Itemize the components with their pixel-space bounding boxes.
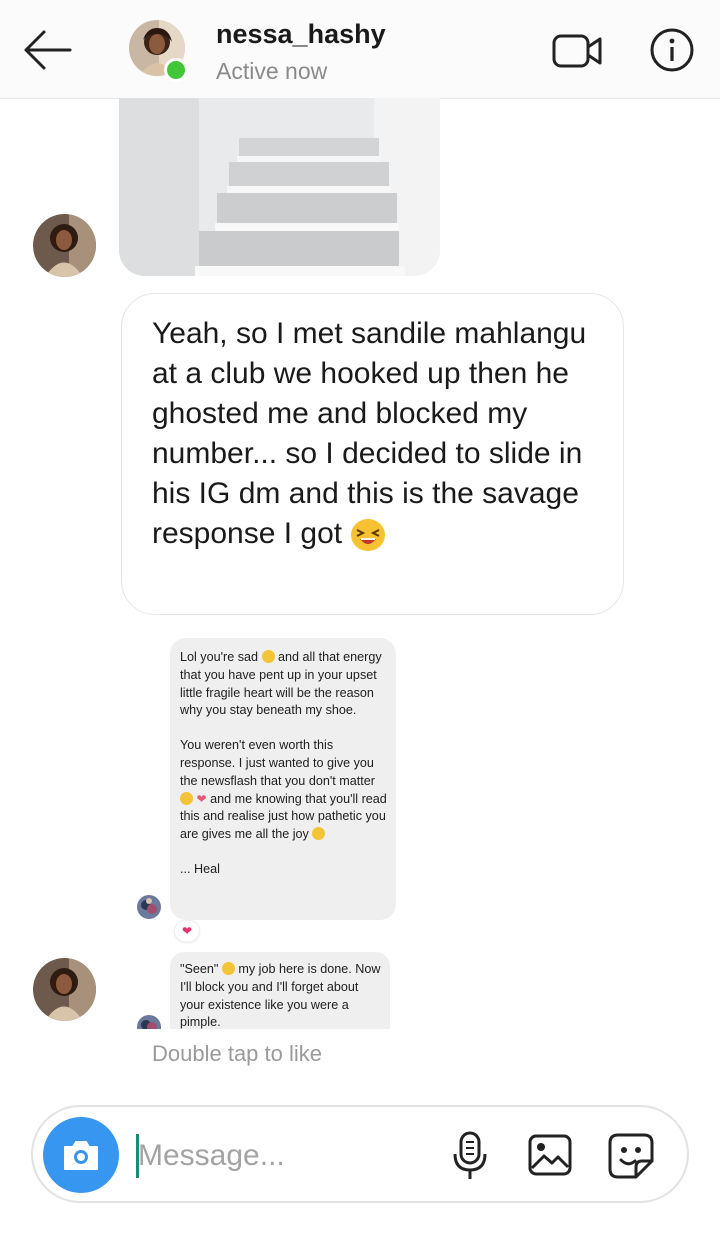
chat-username[interactable]: nessa_hashy xyxy=(216,19,386,50)
camera-button[interactable] xyxy=(43,1117,119,1193)
microphone-icon xyxy=(453,1131,487,1179)
grinning-squint-emoji-icon xyxy=(351,519,386,552)
video-camera-icon xyxy=(552,34,602,68)
gallery-icon xyxy=(528,1134,572,1176)
arrow-left-icon xyxy=(24,30,72,70)
info-button[interactable] xyxy=(648,26,696,74)
laughing-emoji-icon xyxy=(312,827,326,841)
heart-emoji-icon: ❤ xyxy=(196,791,207,806)
double-tap-hint: Double tap to like xyxy=(152,1041,322,1066)
small-avatar-2 xyxy=(137,1015,161,1029)
camera-icon xyxy=(64,1141,98,1170)
active-status: Active now xyxy=(216,58,328,84)
laughing-emoji-icon xyxy=(221,962,235,975)
back-button[interactable] xyxy=(20,28,74,72)
video-call-button[interactable] xyxy=(550,28,606,74)
laughing-emoji-icon xyxy=(180,791,193,805)
sender-avatar[interactable] xyxy=(33,214,96,277)
sticker-button[interactable] xyxy=(606,1131,656,1181)
message-input[interactable] xyxy=(138,1129,438,1183)
sticker-icon xyxy=(608,1133,654,1179)
message-text: Yeah, so I met sandile mahlangu at a clu… xyxy=(152,314,602,554)
heart-reaction-badge[interactable]: ❤ xyxy=(174,920,200,942)
info-icon xyxy=(650,28,694,72)
gallery-button[interactable] xyxy=(527,1132,573,1178)
dm-screenshot-card-2[interactable]: "Seen" my job here is done. Now I'll blo… xyxy=(170,952,390,1029)
screenshot-paragraph-3: ... Heal xyxy=(180,861,220,876)
screenshot-paragraph-2: You weren't even worth this response. I … xyxy=(180,738,387,842)
online-indicator xyxy=(164,58,188,82)
chat-header: nessa_hashy Active now xyxy=(0,0,720,99)
small-avatar xyxy=(137,895,161,919)
screenshot2-paragraph: "Seen" my job here is done. Now I'll blo… xyxy=(180,962,381,1029)
stairs-photo-message[interactable] xyxy=(119,98,440,276)
dm-screenshot-card[interactable]: Lol you're sad and all that energy that … xyxy=(170,638,396,920)
screenshot-paragraph-1: Lol you're sad and all that energy that … xyxy=(180,650,382,718)
sender-avatar-2[interactable] xyxy=(33,958,96,1021)
message-bubble[interactable]: Yeah, so I met sandile mahlangu at a clu… xyxy=(121,293,624,615)
message-composer xyxy=(31,1105,689,1203)
laughing-emoji-icon xyxy=(261,650,275,663)
microphone-button[interactable] xyxy=(450,1130,490,1182)
